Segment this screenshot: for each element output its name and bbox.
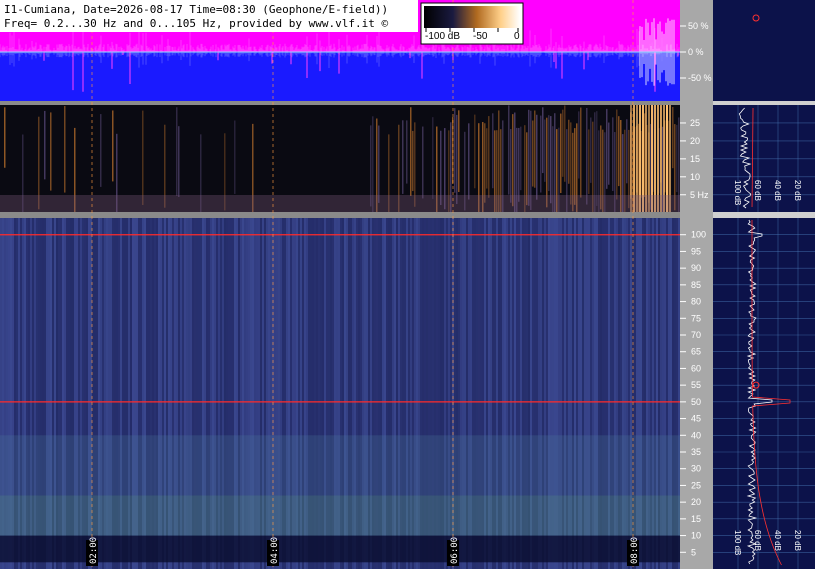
header-line-2: Freq= 0.2...30 Hz and 0...105 Hz, provid… — [4, 17, 389, 30]
spectrum-db-label: 100 dB — [733, 530, 742, 555]
hour-label-text: 08:00 — [630, 537, 640, 564]
main-tick-label: 90 — [691, 263, 701, 273]
lf-tick-label: 15 — [690, 154, 700, 164]
harmonic-bands — [0, 435, 680, 563]
spectrum-db-label: 20 dB — [793, 180, 802, 201]
main-tick-label: 100 — [691, 230, 706, 240]
amplitude-tick-label: 0 % — [688, 47, 704, 57]
hour-label: 02:00 — [86, 537, 99, 566]
vlf-spectrogram: 02:00 04:00 06:00 08:00 50 % 0 % -50 % 25 20 15… — [0, 0, 815, 569]
spectrum-db-label: 60 dB — [753, 180, 762, 201]
colorbar-label-mid: -50 — [473, 31, 488, 42]
main-tick-label: 5 — [691, 547, 696, 557]
main-tick-label: 40 — [691, 430, 701, 440]
lf-tick-label: 20 — [690, 136, 700, 146]
colorbar-label-min: -100 dB — [425, 31, 461, 42]
main-tick-label: 60 — [691, 363, 701, 373]
spectrum-db-label: 40 dB — [773, 180, 782, 201]
main-tick-label: 30 — [691, 464, 701, 474]
main-tick-label: 70 — [691, 330, 701, 340]
main-tick-label: 10 — [691, 531, 701, 541]
main-tick-label: 85 — [691, 280, 701, 290]
main-tick-label: 15 — [691, 514, 701, 524]
lf-tick-label: 10 — [690, 172, 700, 182]
hour-label-text: 02:00 — [89, 537, 99, 564]
spectrum-db-label: 40 dB — [773, 530, 782, 551]
lf-tick-label: 25 — [690, 118, 700, 128]
lf-tick-label: 5 Hz — [690, 190, 709, 200]
main-tick-label: 55 — [691, 380, 701, 390]
hour-label: 04:00 — [267, 537, 280, 566]
main-tick-label: 75 — [691, 313, 701, 323]
main-spectrogram — [0, 212, 680, 569]
amplitude-tick-label: -50 % — [688, 73, 712, 83]
main-tick-label: 25 — [691, 480, 701, 490]
hour-label-text: 04:00 — [270, 537, 280, 564]
spectrum-db-label: 20 dB — [793, 530, 802, 551]
hour-label: 08:00 — [627, 537, 640, 566]
main-tick-label: 95 — [691, 246, 701, 256]
main-tick-label: 45 — [691, 414, 701, 424]
spectrum-db-label: 60 dB — [753, 530, 762, 551]
main-tick-label: 35 — [691, 447, 701, 457]
main-tick-label: 80 — [691, 297, 701, 307]
main-tick-label: 50 — [691, 397, 701, 407]
hour-label-text: 06:00 — [450, 537, 460, 564]
hour-label: 06:00 — [447, 537, 460, 566]
spectrum-db-label: 100 dB — [733, 180, 742, 205]
average-spectrum-panel: 100 dB 60 dB 40 dB 20 dB 100 dB 60 dB 40 dB 20 … — [713, 0, 815, 569]
main-tick-label: 65 — [691, 347, 701, 357]
colorbar-label-max: 0 — [514, 31, 520, 42]
header-line-1: I1-Cumiana, Date=2026-08-17 Time=08:30 (… — [4, 3, 389, 16]
amplitude-tick-label: 50 % — [688, 21, 709, 31]
main-tick-label: 20 — [691, 497, 701, 507]
